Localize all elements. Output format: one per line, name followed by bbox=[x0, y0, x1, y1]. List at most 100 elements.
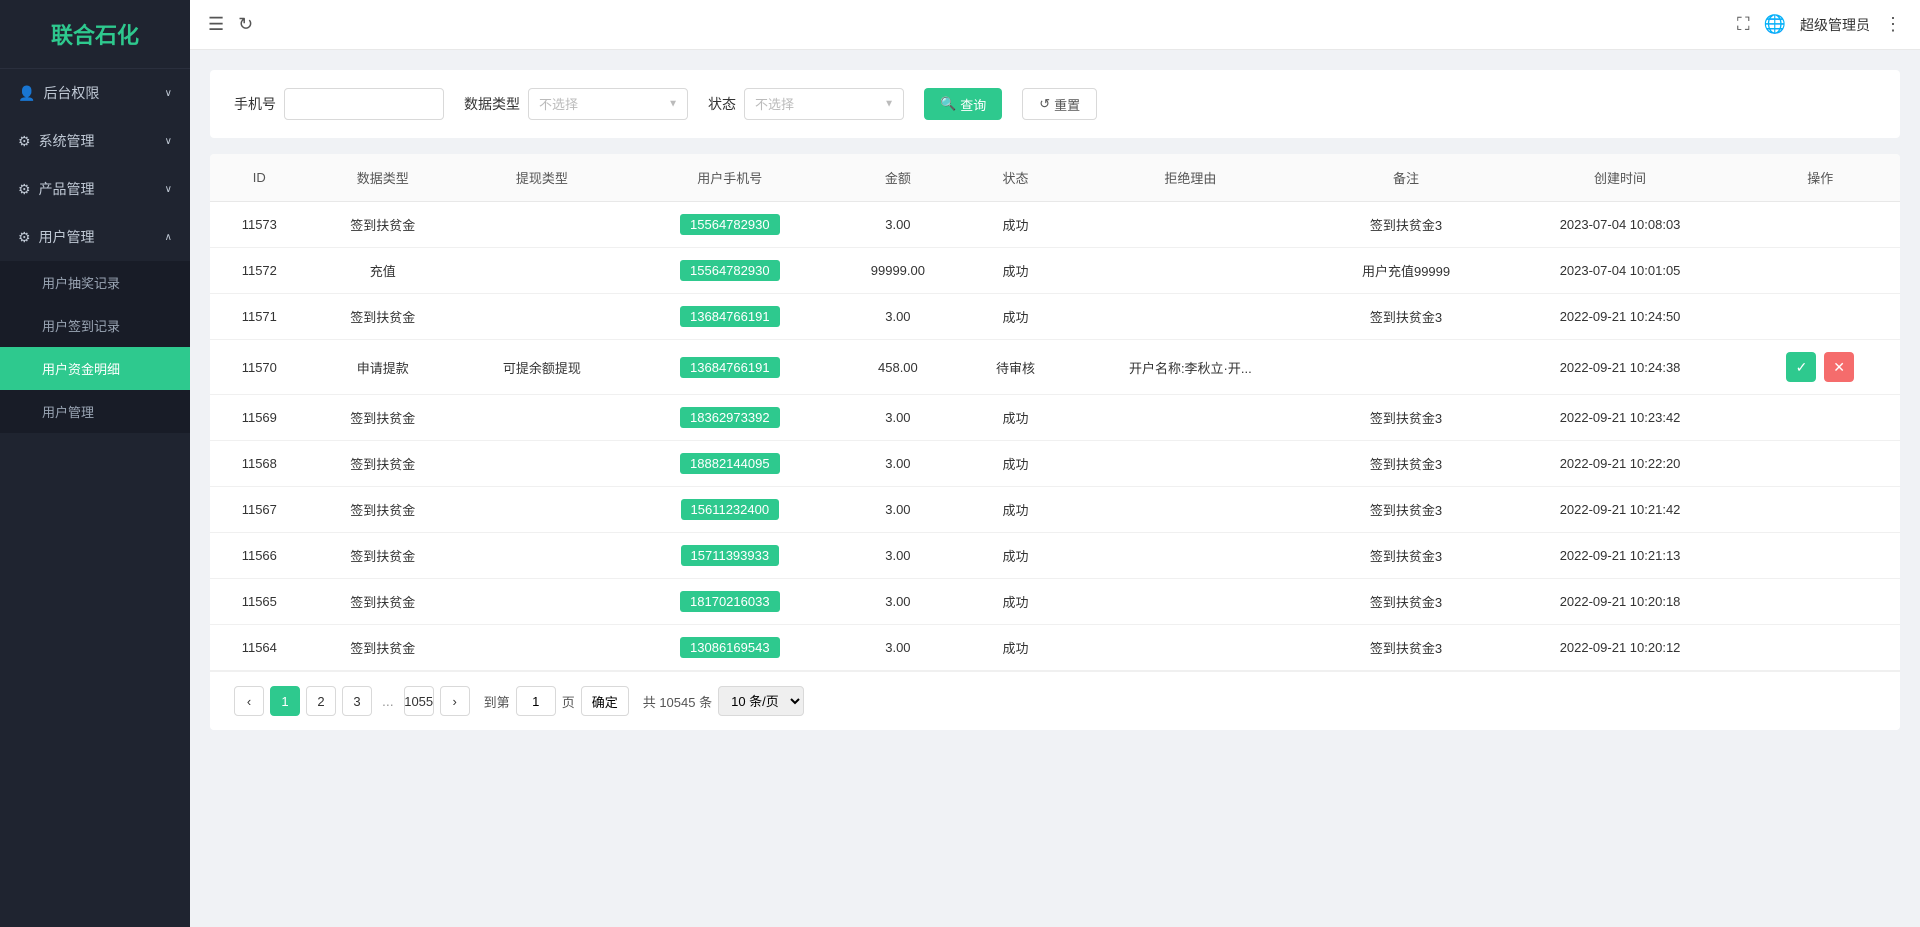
col-phone: 用户手机号 bbox=[627, 154, 833, 202]
cell-amount: 458.00 bbox=[833, 340, 963, 395]
phone-badge: 15564782930 bbox=[680, 260, 780, 281]
cell-phone: 18362973392 bbox=[627, 395, 833, 441]
page-content: 手机号 数据类型 不选择 状态 不选择 � bbox=[190, 50, 1920, 927]
sidebar-item-product-management[interactable]: ⚙ 产品管理 ∨ bbox=[0, 165, 190, 213]
cell-phone: 15564782930 bbox=[627, 202, 833, 248]
data-type-select[interactable]: 不选择 bbox=[528, 88, 688, 120]
cell-reject-reason bbox=[1068, 202, 1313, 248]
main-content: ☰ ↻ ⛶ 🌐 超级管理员 ⋮ 手机号 数据类型 不选择 bbox=[190, 0, 1920, 927]
cell-created-at: 2022-09-21 10:24:38 bbox=[1499, 340, 1740, 395]
cell-remark: 签到扶贫金3 bbox=[1313, 441, 1500, 487]
sidebar-item-user-management[interactable]: ⚙ 用户管理 ∧ bbox=[0, 213, 190, 261]
logo: 联合石化 bbox=[0, 0, 190, 69]
phone-input[interactable] bbox=[284, 88, 444, 120]
sidebar-item-user-lottery[interactable]: 用户抽奖记录 bbox=[0, 261, 190, 304]
filter-phone-label: 手机号 bbox=[234, 94, 276, 114]
status-select[interactable]: 不选择 bbox=[744, 88, 904, 120]
sidebar-item-user-fund[interactable]: 用户资金明细 bbox=[0, 347, 190, 390]
cell-remark: 签到扶贫金3 bbox=[1313, 625, 1500, 671]
cell-status: 成功 bbox=[963, 294, 1068, 340]
search-button[interactable]: 🔍 查询 bbox=[924, 88, 1002, 120]
topbar-right: ⛶ 🌐 超级管理员 ⋮ bbox=[1737, 14, 1902, 35]
user-icon: 👤 bbox=[18, 85, 35, 102]
phone-badge: 13684766191 bbox=[680, 306, 780, 327]
table-row: 11570 申请提款 可提余额提现 13684766191 458.00 待审核… bbox=[210, 340, 1900, 395]
page-goto: 到第 页 确定 bbox=[484, 686, 629, 716]
page-btn-3[interactable]: 3 bbox=[342, 686, 372, 716]
cell-remark: 用户充值99999 bbox=[1313, 248, 1500, 294]
page-btn-1[interactable]: 1 bbox=[270, 686, 300, 716]
phone-badge: 18882144095 bbox=[680, 453, 780, 474]
cell-id: 11570 bbox=[210, 340, 309, 395]
cell-data-type: 充值 bbox=[309, 248, 457, 294]
sidebar-item-user-mgmt[interactable]: 用户管理 bbox=[0, 390, 190, 433]
filter-phone: 手机号 bbox=[234, 88, 444, 120]
cell-amount: 99999.00 bbox=[833, 248, 963, 294]
table-row: 11565 签到扶贫金 18170216033 3.00 成功 签到扶贫金3 2… bbox=[210, 579, 1900, 625]
cell-reject-reason: 开户名称:李秋立·开... bbox=[1068, 340, 1313, 395]
phone-badge: 18170216033 bbox=[680, 591, 780, 612]
cell-data-type: 签到扶贫金 bbox=[309, 441, 457, 487]
data-table: ID 数据类型 提现类型 用户手机号 金额 状态 拒绝理由 备注 创建时间 操作… bbox=[210, 154, 1900, 671]
cell-withdraw-type bbox=[457, 625, 627, 671]
fullscreen-icon[interactable]: ⛶ bbox=[1737, 14, 1750, 35]
table-row: 11567 签到扶贫金 15611232400 3.00 成功 签到扶贫金3 2… bbox=[210, 487, 1900, 533]
cell-action bbox=[1741, 625, 1900, 671]
table-row: 11571 签到扶贫金 13684766191 3.00 成功 签到扶贫金3 2… bbox=[210, 294, 1900, 340]
sidebar-item-backend-permissions[interactable]: 👤 后台权限 ∨ bbox=[0, 69, 190, 117]
cell-status: 成功 bbox=[963, 487, 1068, 533]
reset-icon: ↺ bbox=[1039, 96, 1050, 112]
search-icon: 🔍 bbox=[940, 96, 956, 112]
goto-confirm-button[interactable]: 确定 bbox=[581, 686, 629, 716]
cell-remark: 签到扶贫金3 bbox=[1313, 395, 1500, 441]
cell-withdraw-type bbox=[457, 441, 627, 487]
cell-withdraw-type bbox=[457, 487, 627, 533]
approve-button[interactable]: ✓ bbox=[1786, 352, 1816, 382]
cell-id: 11565 bbox=[210, 579, 309, 625]
table-row: 11566 签到扶贫金 15711393933 3.00 成功 签到扶贫金3 2… bbox=[210, 533, 1900, 579]
total-count: 共 10545 条 bbox=[643, 692, 712, 711]
page-btn-2[interactable]: 2 bbox=[306, 686, 336, 716]
cell-status: 成功 bbox=[963, 441, 1068, 487]
cell-data-type: 签到扶贫金 bbox=[309, 533, 457, 579]
cell-action bbox=[1741, 395, 1900, 441]
more-icon[interactable]: ⋮ bbox=[1884, 14, 1902, 35]
cell-id: 11572 bbox=[210, 248, 309, 294]
reject-button[interactable]: ✕ bbox=[1824, 352, 1854, 382]
reset-button[interactable]: ↺ 重置 bbox=[1022, 88, 1097, 120]
refresh-icon[interactable]: ↻ bbox=[238, 14, 253, 35]
topbar: ☰ ↻ ⛶ 🌐 超级管理员 ⋮ bbox=[190, 0, 1920, 50]
cell-reject-reason bbox=[1068, 487, 1313, 533]
language-icon[interactable]: 🌐 bbox=[1764, 14, 1786, 35]
cell-reject-reason bbox=[1068, 395, 1313, 441]
next-page-button[interactable]: › bbox=[440, 686, 470, 716]
cell-phone: 13684766191 bbox=[627, 340, 833, 395]
page-btn-last[interactable]: 1055 bbox=[404, 686, 434, 716]
sidebar-item-system-management[interactable]: ⚙ 系统管理 ∨ bbox=[0, 117, 190, 165]
cell-amount: 3.00 bbox=[833, 625, 963, 671]
table-row: 11568 签到扶贫金 18882144095 3.00 成功 签到扶贫金3 2… bbox=[210, 441, 1900, 487]
cell-remark bbox=[1313, 340, 1500, 395]
cell-id: 11568 bbox=[210, 441, 309, 487]
table-row: 11573 签到扶贫金 15564782930 3.00 成功 签到扶贫金3 2… bbox=[210, 202, 1900, 248]
page-size-select[interactable]: 10 条/页 20 条/页 50 条/页 bbox=[718, 686, 804, 716]
phone-badge: 15564782930 bbox=[680, 214, 780, 235]
page-unit-label: 页 bbox=[562, 692, 575, 711]
prev-page-button[interactable]: ‹ bbox=[234, 686, 264, 716]
cell-reject-reason bbox=[1068, 441, 1313, 487]
cell-phone: 18882144095 bbox=[627, 441, 833, 487]
menu-toggle-icon[interactable]: ☰ bbox=[208, 14, 224, 35]
cell-phone: 18170216033 bbox=[627, 579, 833, 625]
pagination: ‹ 1 2 3 ... 1055 › 到第 页 确定 共 10545 条 10 … bbox=[210, 671, 1900, 730]
phone-badge: 15711393933 bbox=[681, 545, 780, 566]
cell-status: 成功 bbox=[963, 248, 1068, 294]
sidebar-item-user-signin[interactable]: 用户签到记录 bbox=[0, 304, 190, 347]
cell-amount: 3.00 bbox=[833, 395, 963, 441]
cell-id: 11567 bbox=[210, 487, 309, 533]
cell-created-at: 2022-09-21 10:24:50 bbox=[1499, 294, 1740, 340]
col-status: 状态 bbox=[963, 154, 1068, 202]
filter-data-type: 数据类型 不选择 bbox=[464, 88, 688, 120]
goto-input[interactable] bbox=[516, 686, 556, 716]
cell-reject-reason bbox=[1068, 533, 1313, 579]
cell-withdraw-type bbox=[457, 202, 627, 248]
